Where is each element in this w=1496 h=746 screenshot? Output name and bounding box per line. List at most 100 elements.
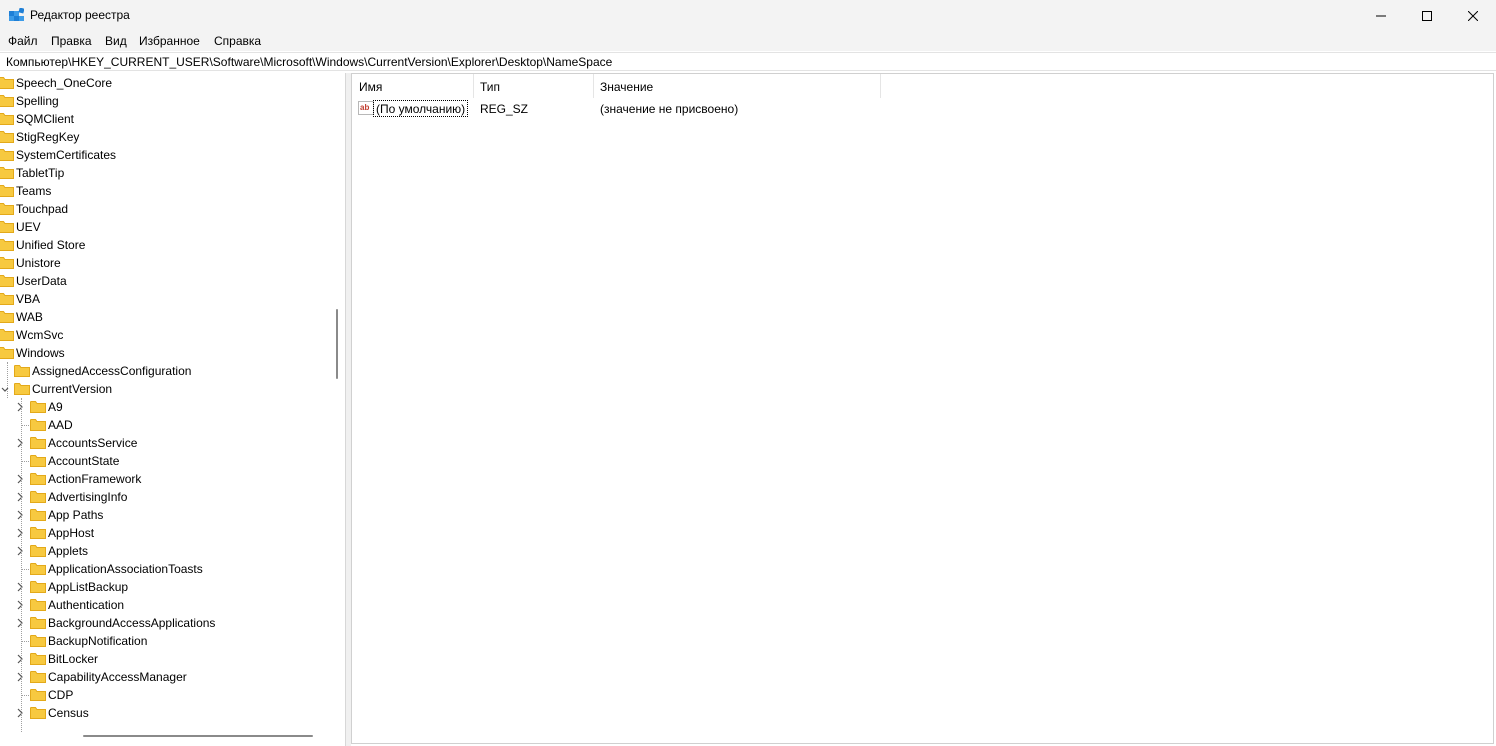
column-header-name[interactable]: Имя [352,74,473,98]
chevron-right-icon[interactable] [15,437,25,449]
folder-icon [0,274,14,287]
minimize-button[interactable] [1358,0,1404,31]
tree-item-label: App Paths [48,508,104,522]
tree-item-label: ActionFramework [48,472,142,486]
tree-item[interactable]: Touchpad [0,200,330,218]
tree-item-label: StigRegKey [16,130,80,144]
tree-item-label: CapabilityAccessManager [48,670,187,684]
tree-item[interactable]: UserData [0,272,330,290]
tree-item[interactable]: AccountState [0,452,330,470]
tree-item[interactable]: Unistore [0,254,330,272]
tree-item[interactable]: Authentication [0,596,330,614]
chevron-down-icon[interactable] [0,383,10,395]
tree-item[interactable]: ActionFramework [0,470,330,488]
tree-connector-line [22,641,29,642]
folder-icon [30,436,46,449]
column-header-type[interactable]: Тип [473,74,593,98]
folder-icon [30,508,46,521]
tree-item[interactable]: AAD [0,416,330,434]
tree-item[interactable]: App Paths [0,506,330,524]
tree-item[interactable]: Teams [0,182,330,200]
tree-item-label: Speech_OneCore [16,76,113,90]
tree-item[interactable]: Speech_OneCore [0,74,330,92]
tree-item[interactable]: WAB [0,308,330,326]
maximize-button[interactable] [1404,0,1450,31]
tree-connector-line [22,569,29,570]
menu-edit[interactable]: Правка [51,34,92,48]
tree-item[interactable]: SystemCertificates [0,146,330,164]
chevron-right-icon[interactable] [15,707,25,719]
tree-item[interactable]: TabletTip [0,164,330,182]
menu-favorites[interactable]: Избранное [139,34,200,48]
tree-item[interactable]: CurrentVersion [0,380,330,398]
tree-item[interactable]: BitLocker [0,650,330,668]
chevron-right-icon[interactable] [15,545,25,557]
menu-view[interactable]: Вид [105,34,127,48]
folder-icon [14,382,30,395]
tree-item-label: UEV [16,220,41,234]
tree-item[interactable]: AppListBackup [0,578,330,596]
tree-item[interactable]: AccountsService [0,434,330,452]
folder-icon [0,184,14,197]
tree-item[interactable]: Windows [0,344,330,362]
tree-item[interactable]: AppHost [0,524,330,542]
tree-item[interactable]: Applets [0,542,330,560]
tree-item[interactable]: SQMClient [0,110,330,128]
minimize-icon [1376,15,1386,16]
tree-horizontal-scrollbar[interactable] [0,729,345,743]
folder-icon [0,256,14,269]
key-tree-pane[interactable]: Speech_OneCore Spelling SQMClient StigRegKe… [0,73,346,746]
tree-connector-line [22,425,29,426]
tree-item[interactable]: AdvertisingInfo [0,488,330,506]
folder-icon [0,112,14,125]
tree-item[interactable]: UEV [0,218,330,236]
tree-vertical-scroll-thumb[interactable] [336,309,338,379]
chevron-right-icon[interactable] [15,527,25,539]
tree-item[interactable]: StigRegKey [0,128,330,146]
column-separator[interactable] [880,74,881,98]
chevron-right-icon[interactable] [15,473,25,485]
folder-icon [30,490,46,503]
tree-connector-line [21,398,22,732]
tree-horizontal-scroll-thumb[interactable] [83,735,313,737]
chevron-right-icon[interactable] [15,509,25,521]
folder-icon [14,364,30,377]
tree-item-label: Census [48,706,89,720]
tree-item[interactable]: Unified Store [0,236,330,254]
tree-item-label: Unified Store [16,238,86,252]
tree-item[interactable]: CDP [0,686,330,704]
tree-item[interactable]: Census [0,704,330,722]
folder-icon [30,400,46,413]
chevron-right-icon[interactable] [15,599,25,611]
values-list-pane[interactable]: Имя Тип Значение ab (По умолчанию) REG_S… [351,73,1494,744]
tree-item[interactable]: Spelling [0,92,330,110]
value-name[interactable]: (По умолчанию) [373,100,469,117]
tree-item-label: WcmSvc [16,328,64,342]
menu-help[interactable]: Справка [214,34,261,48]
tree-item[interactable]: BackupNotification [0,632,330,650]
folder-icon [0,148,14,161]
tree-item[interactable]: ApplicationAssociationToasts [0,560,330,578]
menu-file[interactable]: Файл [8,34,38,48]
chevron-right-icon[interactable] [15,581,25,593]
tree-item[interactable]: VBA [0,290,330,308]
tree-item[interactable]: WcmSvc [0,326,330,344]
address-bar[interactable]: Компьютер\HKEY_CURRENT_USER\Software\Mic… [0,52,1496,71]
close-button[interactable] [1450,0,1496,31]
chevron-right-icon[interactable] [15,653,25,665]
tree-item[interactable]: A9 [0,398,330,416]
tree-item[interactable]: AssignedAccessConfiguration [0,362,330,380]
chevron-right-icon[interactable] [15,401,25,413]
tree-vertical-scrollbar[interactable] [333,73,345,733]
tree-item-label: AssignedAccessConfiguration [32,364,192,378]
chevron-right-icon[interactable] [15,491,25,503]
tree-item[interactable]: BackgroundAccessApplications [0,614,330,632]
address-path: Компьютер\HKEY_CURRENT_USER\Software\Mic… [6,55,613,69]
value-data: (значение не присвоено) [600,102,739,116]
chevron-right-icon[interactable] [15,671,25,683]
column-header-value[interactable]: Значение [593,74,880,98]
tree-item-label: BackgroundAccessApplications [48,616,216,630]
tree-item[interactable]: CapabilityAccessManager [0,668,330,686]
close-icon [1468,10,1478,21]
chevron-right-icon[interactable] [15,617,25,629]
